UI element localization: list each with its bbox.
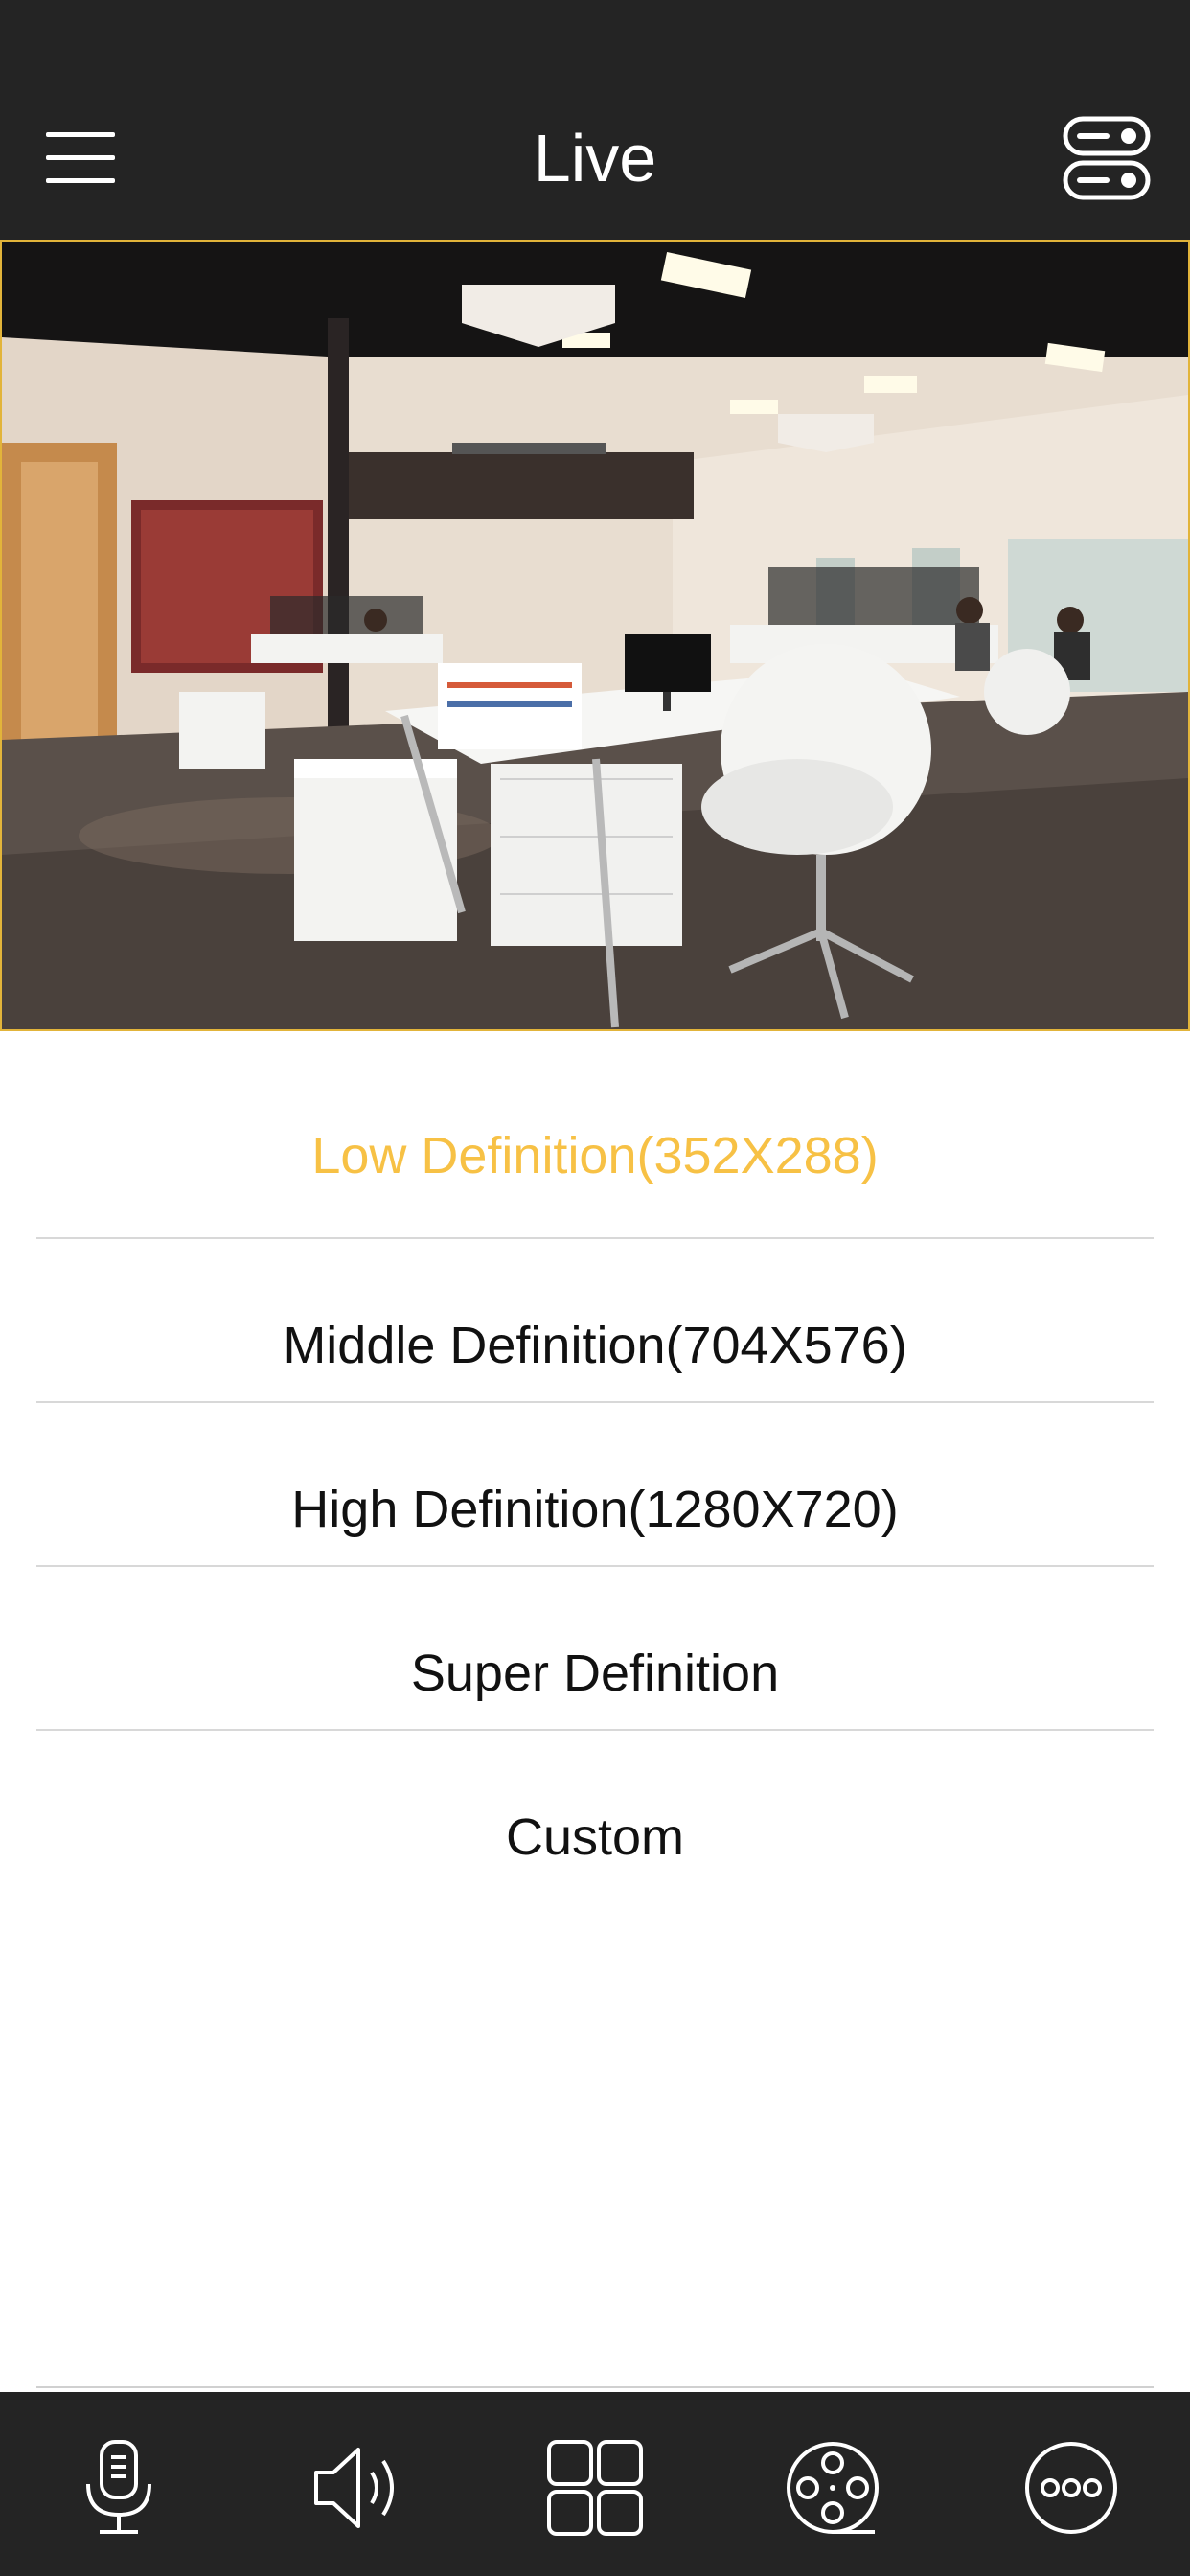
speaker-icon — [314, 2448, 394, 2528]
bottom-divider — [36, 2386, 1154, 2388]
talk-button[interactable] — [65, 2434, 172, 2542]
resolution-options-list: Low Definition(352X288) Middle Definitio… — [36, 1048, 1154, 1893]
record-button[interactable] — [779, 2434, 886, 2542]
settings-button[interactable] — [1062, 113, 1152, 203]
grid-view-icon — [547, 2440, 643, 2536]
film-reel-icon — [787, 2442, 879, 2534]
live-video-view[interactable] — [0, 240, 1190, 1031]
option-low-definition[interactable]: Low Definition(352X288) — [36, 1048, 1154, 1239]
page-title: Live — [533, 121, 657, 196]
bottom-toolbar — [0, 2392, 1190, 2576]
office-scene-image — [2, 242, 1188, 1029]
top-bar: Live — [0, 0, 1190, 240]
split-view-button[interactable] — [541, 2434, 649, 2542]
microphone-icon — [86, 2440, 151, 2534]
more-icon — [1025, 2442, 1117, 2534]
option-middle-definition[interactable]: Middle Definition(704X576) — [36, 1239, 1154, 1403]
toggle-settings-icon — [1063, 116, 1151, 200]
option-high-definition[interactable]: High Definition(1280X720) — [36, 1403, 1154, 1567]
option-custom[interactable]: Custom — [36, 1731, 1154, 1893]
more-button[interactable] — [1018, 2434, 1125, 2542]
sound-button[interactable] — [303, 2434, 410, 2542]
option-super-definition[interactable]: Super Definition — [36, 1567, 1154, 1731]
